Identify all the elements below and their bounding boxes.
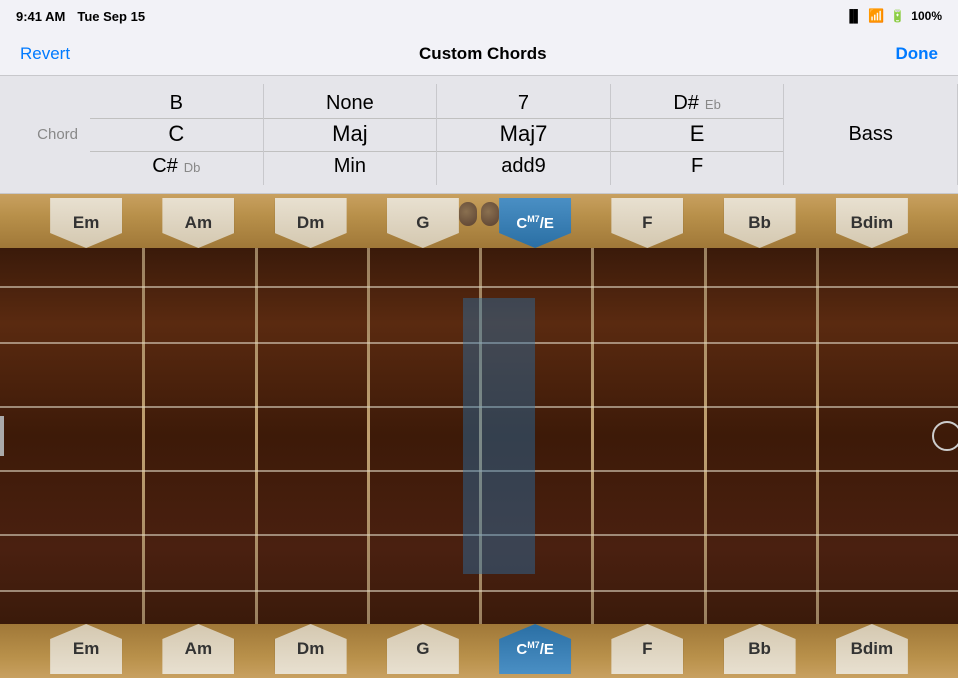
chord-buttons-top: Em Am Dm G CM7/E F bbox=[0, 194, 958, 248]
chord-shape-em[interactable]: Em bbox=[50, 198, 122, 248]
battery-level: 100% bbox=[911, 9, 942, 23]
chord-shape-bottom-f[interactable]: F bbox=[611, 624, 683, 674]
chord-button-dm[interactable]: Dm bbox=[275, 198, 347, 248]
chord-shape-bb[interactable]: Bb bbox=[724, 198, 796, 248]
chord-btn-bottom-cm7e[interactable]: CM7/E bbox=[499, 624, 571, 674]
status-icons: ▐▌ 📶 🔋 100% bbox=[845, 8, 942, 24]
active-chord-strip bbox=[463, 298, 535, 574]
nav-bar: Revert Custom Chords Done bbox=[0, 32, 958, 76]
nav-title: Custom Chords bbox=[419, 44, 547, 64]
chord-btn-bottom-g[interactable]: G bbox=[387, 624, 459, 674]
chord-shape-bottom-dm[interactable]: Dm bbox=[275, 624, 347, 674]
chord-label-bb: Bb bbox=[748, 213, 771, 233]
fret-line-7 bbox=[816, 248, 819, 624]
chord-button-f[interactable]: F bbox=[611, 198, 683, 248]
chord-btn-bottom-em[interactable]: Em bbox=[50, 624, 122, 674]
chord-buttons-bottom: Em Am Dm G CM7/E F bbox=[0, 624, 958, 678]
chord-shape-cm7e[interactable]: CM7/E bbox=[499, 198, 571, 248]
fret-line-1 bbox=[142, 248, 145, 624]
battery-icon: 🔋 bbox=[890, 9, 905, 23]
chord-label-bottom-dm: Dm bbox=[297, 639, 324, 659]
chord-label-am: Am bbox=[185, 213, 212, 233]
chord-shape-f[interactable]: F bbox=[611, 198, 683, 248]
fretboard bbox=[0, 248, 958, 624]
chord-button-cm7e[interactable]: CM7/E bbox=[499, 198, 571, 248]
guitar-fretboard-area: Em Am Dm G CM7/E F bbox=[0, 194, 958, 678]
bass-text: Bass bbox=[848, 123, 892, 146]
picker-ext-7[interactable]: 7 bbox=[518, 88, 529, 118]
picker-root-B[interactable]: B bbox=[170, 88, 183, 118]
chord-label-em: Em bbox=[73, 213, 99, 233]
chord-shape-bdim[interactable]: Bdim bbox=[836, 198, 908, 248]
string-6 bbox=[0, 590, 958, 592]
picker-root-Csharp[interactable]: C#Db bbox=[152, 151, 200, 181]
chord-shape-bottom-bb[interactable]: Bb bbox=[724, 624, 796, 674]
chord-label-cm7e: CM7/E bbox=[516, 214, 554, 232]
fret-line-5 bbox=[591, 248, 594, 624]
picker-extension-col[interactable]: 7 Maj7 add9 bbox=[437, 84, 611, 185]
status-bar: 9:41 AM Tue Sep 15 ▐▌ 📶 🔋 100% bbox=[0, 0, 958, 32]
chord-shape-g[interactable]: G bbox=[387, 198, 459, 248]
chord-label-f: F bbox=[642, 213, 652, 233]
chord-btn-bottom-am[interactable]: Am bbox=[162, 624, 234, 674]
chord-button-g[interactable]: G bbox=[387, 198, 459, 248]
chord-shape-bottom-bdim[interactable]: Bdim bbox=[836, 624, 908, 674]
picker-bass-E[interactable]: E bbox=[690, 118, 705, 151]
chord-btn-bottom-bb[interactable]: Bb bbox=[724, 624, 796, 674]
chord-label-g: G bbox=[416, 213, 429, 233]
picker-root-C[interactable]: C bbox=[168, 118, 184, 151]
chord-label-bottom-am: Am bbox=[185, 639, 212, 659]
chord-picker-label: Chord bbox=[0, 84, 90, 185]
picker-bass-Dsharp[interactable]: D#Eb bbox=[673, 88, 720, 118]
wifi-icon: 📶 bbox=[868, 8, 884, 24]
chord-button-bdim[interactable]: Bdim bbox=[836, 198, 908, 248]
picker-ext-maj7[interactable]: Maj7 bbox=[500, 118, 548, 151]
chord-label-bottom-g: G bbox=[416, 639, 429, 659]
chord-button-em[interactable]: Em bbox=[50, 198, 122, 248]
chord-picker: Chord B C C#Db None Maj Min 7 Maj7 add9 bbox=[0, 76, 958, 194]
status-date: Tue Sep 15 bbox=[77, 9, 145, 24]
chord-button-bb[interactable]: Bb bbox=[724, 198, 796, 248]
picker-quality-min[interactable]: Min bbox=[334, 151, 366, 181]
chord-btn-bottom-f[interactable]: F bbox=[611, 624, 683, 674]
chord-shape-bottom-cm7e[interactable]: CM7/E bbox=[499, 624, 571, 674]
chord-btn-bottom-bdim[interactable]: Bdim bbox=[836, 624, 908, 674]
picker-bass-F[interactable]: F bbox=[691, 151, 703, 181]
picker-ext-add9[interactable]: add9 bbox=[501, 151, 546, 181]
status-time-date: 9:41 AM Tue Sep 15 bbox=[16, 9, 145, 24]
signal-icon: ▐▌ bbox=[845, 9, 862, 23]
picker-bass-note-col[interactable]: D#Eb E F bbox=[611, 84, 785, 185]
chord-label-bottom-bdim: Bdim bbox=[851, 639, 894, 659]
chord-shape-bottom-am[interactable]: Am bbox=[162, 624, 234, 674]
picker-quality-col[interactable]: None Maj Min bbox=[264, 84, 438, 185]
picker-quality-maj[interactable]: Maj bbox=[332, 118, 367, 151]
picker-quality-none[interactable]: None bbox=[326, 88, 374, 118]
picker-root-col[interactable]: B C C#Db bbox=[90, 84, 264, 185]
side-button-left[interactable] bbox=[0, 416, 4, 456]
revert-button[interactable]: Revert bbox=[20, 44, 70, 64]
chord-label-bdim: Bdim bbox=[851, 213, 894, 233]
fret-line-6 bbox=[704, 248, 707, 624]
chord-shape-bottom-em[interactable]: Em bbox=[50, 624, 122, 674]
chord-shape-bottom-g[interactable]: G bbox=[387, 624, 459, 674]
chord-shape-am[interactable]: Am bbox=[162, 198, 234, 248]
string-1 bbox=[0, 286, 958, 288]
done-button[interactable]: Done bbox=[895, 44, 938, 64]
picker-bass-label: Bass bbox=[784, 84, 958, 185]
chord-button-am[interactable]: Am bbox=[162, 198, 234, 248]
fret-line-3 bbox=[367, 248, 370, 624]
chord-label-bottom-em: Em bbox=[73, 639, 99, 659]
status-time: 9:41 AM bbox=[16, 9, 65, 24]
chord-label-bottom-cm7e: CM7/E bbox=[516, 640, 554, 658]
fret-line-2 bbox=[255, 248, 258, 624]
chord-label-dm: Dm bbox=[297, 213, 324, 233]
picker-columns: B C C#Db None Maj Min 7 Maj7 add9 D#Eb bbox=[90, 84, 958, 185]
chord-shape-dm[interactable]: Dm bbox=[275, 198, 347, 248]
chord-btn-bottom-dm[interactable]: Dm bbox=[275, 624, 347, 674]
chord-label-bottom-f: F bbox=[642, 639, 652, 659]
home-button[interactable] bbox=[932, 421, 958, 451]
chord-label-bottom-bb: Bb bbox=[748, 639, 771, 659]
